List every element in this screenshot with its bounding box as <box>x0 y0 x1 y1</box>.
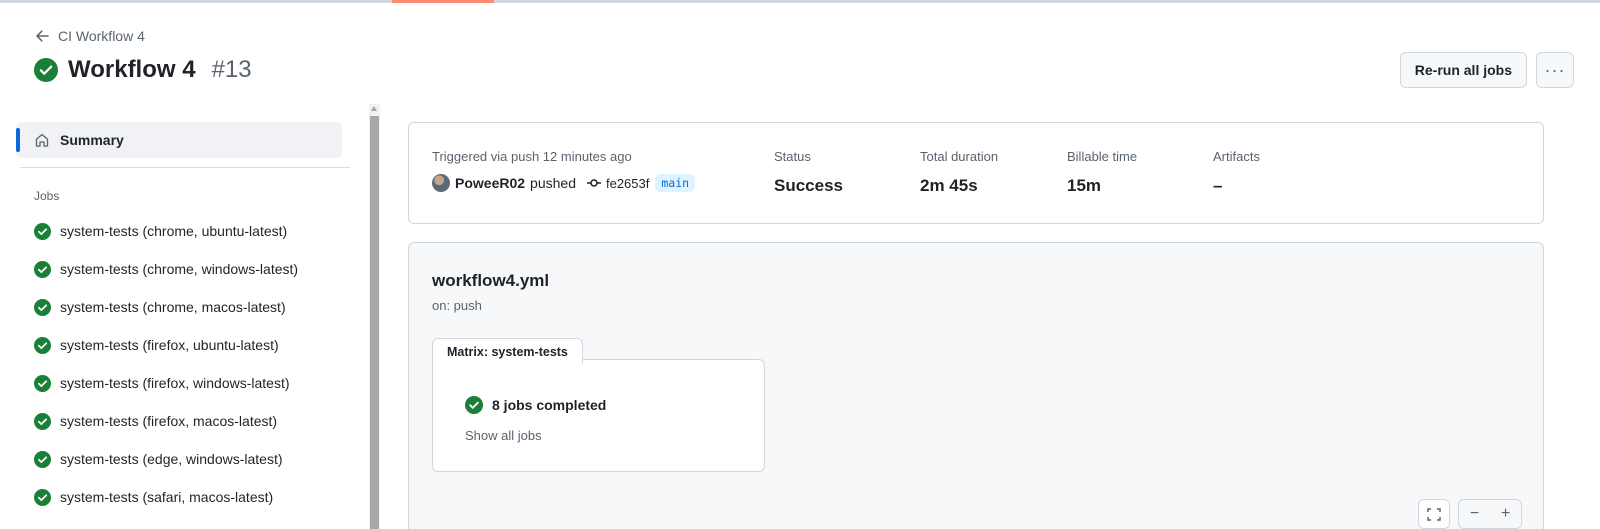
job-label: system-tests (chrome, macos-latest) <box>60 299 286 315</box>
success-check-icon <box>34 374 51 392</box>
action-text: pushed <box>530 175 576 191</box>
run-header: CI Workflow 4 Workflow 4 #13 Re-run all … <box>34 24 1574 94</box>
artifacts-value: – <box>1213 176 1223 195</box>
divider <box>20 167 350 168</box>
fullscreen-icon <box>1427 508 1441 521</box>
billable-value: 15m <box>1067 176 1102 195</box>
zoom-out-button[interactable]: − <box>1459 500 1490 528</box>
status-column: Status Success <box>774 149 843 196</box>
fullscreen-button[interactable] <box>1418 499 1450 529</box>
active-tab-underline <box>392 0 494 3</box>
page-title: Workflow 4 <box>68 56 196 83</box>
sidebar-item-summary[interactable]: Summary <box>16 122 342 158</box>
success-check-icon <box>34 412 51 430</box>
sidebar-item-job[interactable]: system-tests (firefox, windows-latest) <box>16 364 342 402</box>
more-options-button[interactable]: ··· <box>1536 52 1574 88</box>
status-label: Status <box>774 149 811 164</box>
sidebar-item-job[interactable]: system-tests (firefox, macos-latest) <box>16 402 342 440</box>
matrix-status: 8 jobs completed <box>465 396 606 414</box>
sidebar-item-job[interactable]: system-tests (chrome, macos-latest) <box>16 288 342 326</box>
matrix-status-text: 8 jobs completed <box>492 397 607 413</box>
rerun-all-jobs-button[interactable]: Re-run all jobs <box>1399 52 1527 88</box>
back-to-workflow-link[interactable]: CI Workflow 4 <box>34 28 145 44</box>
billable-label: Billable time <box>1067 149 1138 164</box>
workflow-graph: workflow4.yml on: push Matrix: system-te… <box>408 242 1544 529</box>
arrow-left-icon <box>36 30 49 42</box>
job-label: system-tests (chrome, windows-latest) <box>60 261 299 277</box>
matrix-job-group[interactable]: 8 jobs completed Show all jobs <box>432 359 765 472</box>
git-commit-icon <box>586 179 601 187</box>
sidebar-item-job[interactable]: system-tests (chrome, windows-latest) <box>16 250 342 288</box>
jobs-list: system-tests (chrome, ubuntu-latest) sys… <box>16 212 342 516</box>
workflow-file-name: workflow4.yml <box>432 271 550 290</box>
sidebar-item-job[interactable]: system-tests (edge, windows-latest) <box>16 440 342 478</box>
success-check-icon <box>34 450 51 468</box>
success-check-icon <box>34 260 51 278</box>
trigger-column: Triggered via push 12 minutes ago PoweeR… <box>432 149 696 192</box>
status-value: Success <box>774 176 843 195</box>
duration-column: Total duration 2m 45s <box>920 149 998 196</box>
back-link-label: CI Workflow 4 <box>58 28 145 44</box>
success-check-icon <box>34 222 51 240</box>
job-label: system-tests (firefox, macos-latest) <box>60 413 278 429</box>
scroll-up-arrow-icon[interactable] <box>371 106 377 111</box>
avatar[interactable] <box>432 174 450 192</box>
job-label: system-tests (firefox, windows-latest) <box>60 375 290 391</box>
kebab-icon: ··· <box>1544 59 1566 80</box>
sidebar-item-job[interactable]: system-tests (firefox, ubuntu-latest) <box>16 326 342 364</box>
duration-value: 2m 45s <box>920 176 978 195</box>
zoom-in-button[interactable]: + <box>1490 500 1521 528</box>
success-check-icon <box>465 396 483 414</box>
selected-indicator <box>16 128 20 152</box>
run-summary-card: Triggered via push 12 minutes ago PoweeR… <box>408 122 1544 224</box>
trigger-details: PoweeR02 pushed fe2653f main <box>432 174 696 192</box>
job-label: system-tests (firefox, ubuntu-latest) <box>60 337 279 353</box>
branch-badge[interactable]: main <box>655 174 696 192</box>
success-check-icon <box>34 488 51 506</box>
matrix-tab: Matrix: system-tests <box>432 338 583 364</box>
success-check-icon <box>34 58 58 82</box>
job-label: system-tests (edge, windows-latest) <box>60 451 283 467</box>
sidebar-item-job[interactable]: system-tests (safari, macos-latest) <box>16 478 342 516</box>
artifacts-label: Artifacts <box>1213 149 1260 164</box>
billable-column: Billable time 15m <box>1067 149 1137 196</box>
sidebar-item-label: Summary <box>60 132 124 148</box>
success-check-icon <box>34 336 51 354</box>
sidebar: Summary Jobs system-tests (chrome, ubunt… <box>16 108 356 529</box>
show-all-jobs-link[interactable]: Show all jobs <box>465 428 542 443</box>
zoom-controls: − + <box>1458 499 1522 529</box>
workflow-trigger: on: push <box>432 298 482 313</box>
commit-sha-link[interactable]: fe2653f <box>606 176 649 191</box>
run-number: #13 <box>211 56 252 83</box>
artifacts-column: Artifacts – <box>1213 149 1260 196</box>
jobs-heading: Jobs <box>34 189 60 203</box>
trigger-label: Triggered via push 12 minutes ago <box>432 149 632 164</box>
top-border <box>0 0 1600 3</box>
job-label: system-tests (chrome, ubuntu-latest) <box>60 223 288 239</box>
duration-label: Total duration <box>920 149 999 164</box>
job-label: system-tests (safari, macos-latest) <box>60 489 274 505</box>
scrollbar-thumb[interactable] <box>370 116 379 529</box>
sidebar-item-job[interactable]: system-tests (chrome, ubuntu-latest) <box>16 212 342 250</box>
sidebar-scrollbar[interactable] <box>369 104 380 529</box>
page-title-row: Workflow 4 #13 <box>34 56 252 84</box>
actor-link[interactable]: PoweeR02 <box>455 175 525 191</box>
success-check-icon <box>34 298 51 316</box>
home-icon <box>35 133 49 147</box>
